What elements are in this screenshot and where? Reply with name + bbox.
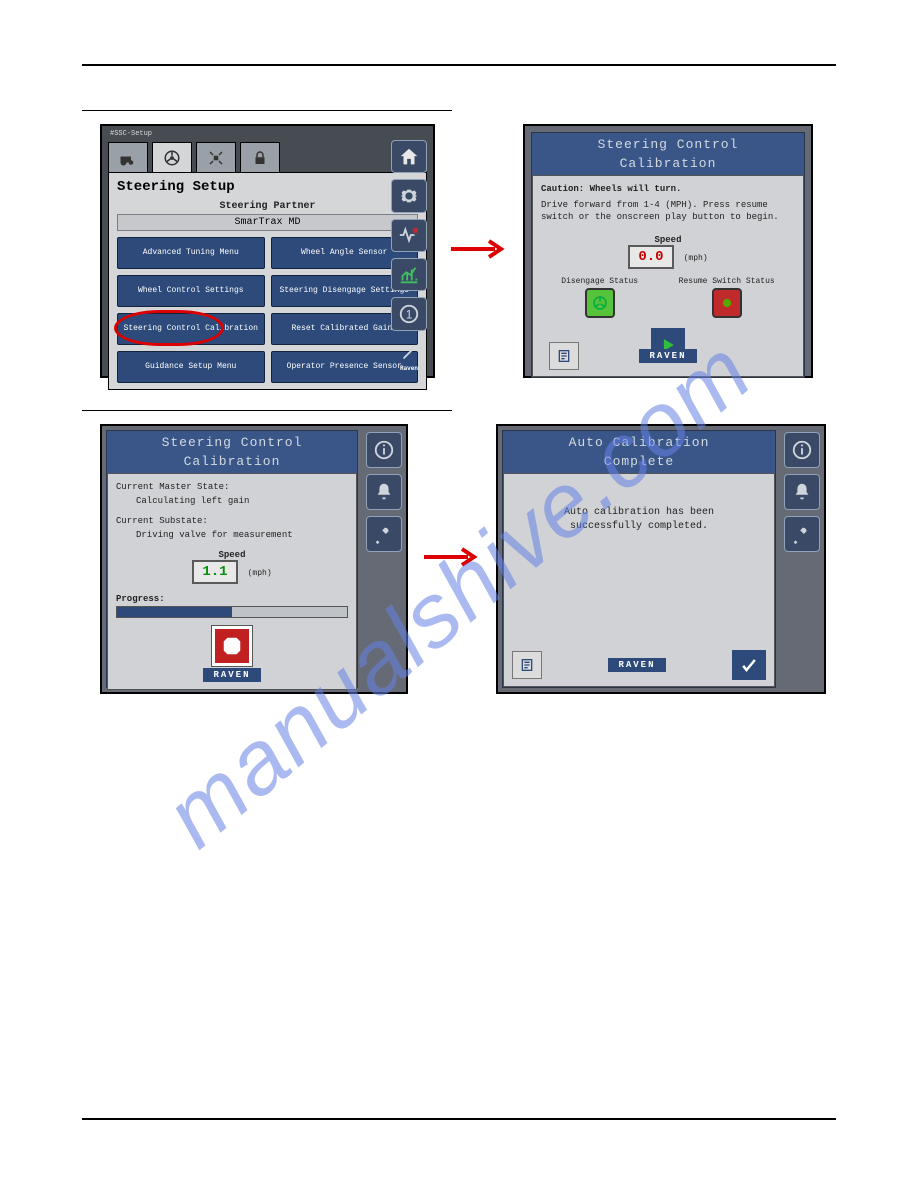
disengage-status: Disengage Status	[561, 277, 638, 320]
complete-line-1: Auto calibration has been	[512, 506, 766, 520]
footer-row: RAVEN	[541, 342, 795, 370]
side-num1-icon[interactable]: 1	[391, 297, 427, 330]
raven-center: RAVEN	[116, 670, 348, 681]
notes-button-4[interactable]	[512, 651, 542, 679]
side-pulse-icon[interactable]	[391, 219, 427, 252]
asc-label: #SSC-Setup	[110, 130, 152, 138]
cal-prog-frame: Steering Control Calibration Current Mas…	[106, 430, 358, 688]
cal-comp-title-2: Complete	[503, 454, 775, 473]
cal-comp-title-1: Auto Calibration	[503, 431, 775, 454]
arrow-1	[449, 237, 509, 266]
setup-title: Steering Setup	[117, 179, 418, 195]
sub-state-value: Driving valve for measurement	[116, 530, 348, 540]
row-1: #SSC-Setup Steering Setup Steering Partn…	[100, 124, 836, 378]
raven-badge-4: RAVEN	[608, 658, 665, 672]
side-tools-icon[interactable]	[366, 516, 402, 552]
side-info-icon[interactable]	[366, 432, 402, 468]
confirm-button[interactable]	[732, 650, 766, 680]
btn-steer-cal[interactable]: Steering Control Calibration	[117, 313, 265, 345]
panel-cal-progress: Steering Control Calibration Current Mas…	[100, 424, 408, 694]
tabs	[102, 138, 433, 172]
partner-value[interactable]: SmarTrax MD	[117, 214, 418, 231]
resume-label: Resume Switch Status	[679, 277, 775, 286]
speed-block-2: Speed 1.1 (mph)	[116, 550, 348, 584]
progress-label: Progress:	[116, 594, 348, 604]
top-rule	[82, 64, 836, 66]
raven-badge-3: RAVEN	[203, 668, 260, 682]
bottom-rule	[82, 1118, 836, 1120]
stop-button[interactable]	[212, 626, 252, 666]
speed-value: 0.0	[628, 245, 673, 269]
master-state-label: Current Master State:	[116, 482, 348, 492]
progress-fill	[117, 607, 232, 617]
complete-msg: Auto calibration has been successfully c…	[512, 482, 766, 534]
panel-steering-setup: #SSC-Setup Steering Setup Steering Partn…	[100, 124, 435, 378]
side-tools-icon-4[interactable]	[784, 516, 820, 552]
btn-wheel-control[interactable]: Wheel Control Settings	[117, 275, 265, 307]
speed-unit: (mph)	[684, 254, 708, 263]
cal-title-2: Calibration	[532, 156, 804, 175]
cal-prog-body: Current Master State: Calculating left g…	[107, 473, 357, 690]
side-bell-icon-4[interactable]	[784, 474, 820, 510]
notes-button[interactable]	[549, 342, 579, 370]
btn-adv-tuning[interactable]: Advanced Tuning Menu	[117, 237, 265, 269]
master-state-value: Calculating left gain	[116, 496, 348, 506]
side-chart-icon[interactable]	[391, 258, 427, 291]
speed-unit-2: (mph)	[248, 569, 272, 578]
progress-bar	[116, 606, 348, 618]
speed-label-2: Speed	[116, 550, 348, 560]
disengage-indicator	[585, 288, 615, 318]
side-col-4	[780, 426, 824, 692]
sub-state-label: Current Substate:	[116, 516, 348, 526]
speed-label: Speed	[541, 235, 795, 245]
resume-indicator	[712, 288, 742, 318]
section-rule-2	[82, 410, 452, 411]
button-grid: Advanced Tuning Menu Wheel Angle Sensor …	[117, 237, 418, 383]
partner-label: Steering Partner	[117, 201, 418, 212]
cal-comp-frame: Auto Calibration Complete Auto calibrati…	[502, 430, 776, 688]
panel-cal-complete: Auto Calibration Complete Auto calibrati…	[496, 424, 826, 694]
side-home-icon[interactable]: Raven	[391, 140, 427, 173]
svg-text:1: 1	[406, 308, 413, 322]
resume-status: Resume Switch Status	[679, 277, 775, 320]
disengage-label: Disengage Status	[561, 277, 638, 286]
cal-body: Caution: Wheels will turn. Drive forward…	[532, 175, 804, 377]
side-bell-icon[interactable]	[366, 474, 402, 510]
footer-row-4: RAVEN	[512, 650, 766, 680]
instr-text: Drive forward from 1-4 (MPH). Press resu…	[541, 200, 795, 223]
tab-tractor[interactable]	[108, 142, 148, 172]
tab-steering[interactable]	[152, 142, 192, 172]
cal-frame: Steering Control Calibration Caution: Wh…	[531, 132, 805, 378]
cal-title-1: Steering Control	[532, 133, 804, 156]
btn-guidance[interactable]: Guidance Setup Menu	[117, 351, 265, 383]
sidebar: Raven 1	[389, 140, 429, 370]
side-info-icon-4[interactable]	[784, 432, 820, 468]
setup-card: Steering Setup Steering Partner SmarTrax…	[108, 172, 427, 390]
cal-comp-body: Auto calibration has been successfully c…	[503, 473, 775, 687]
side-gear-icon[interactable]	[391, 179, 427, 212]
speed-value-2: 1.1	[192, 560, 237, 584]
tab-lock[interactable]	[240, 142, 280, 172]
section-rule-1	[82, 110, 452, 111]
complete-line-2: successfully completed.	[512, 520, 766, 534]
raven-badge: RAVEN	[639, 349, 696, 363]
cal-prog-title-2: Calibration	[107, 454, 357, 473]
panel-cal-start: Steering Control Calibration Caution: Wh…	[523, 124, 813, 378]
arrow-2	[422, 545, 482, 574]
side-col-3	[362, 426, 406, 692]
cal-prog-title-1: Steering Control	[107, 431, 357, 454]
tab-satellite[interactable]	[196, 142, 236, 172]
status-row: Disengage Status Resume Switch Status	[541, 277, 795, 320]
speed-block: Speed 0.0 (mph)	[541, 235, 795, 269]
caution-text: Caution: Wheels will turn.	[541, 184, 795, 194]
row-2: Steering Control Calibration Current Mas…	[100, 424, 836, 694]
